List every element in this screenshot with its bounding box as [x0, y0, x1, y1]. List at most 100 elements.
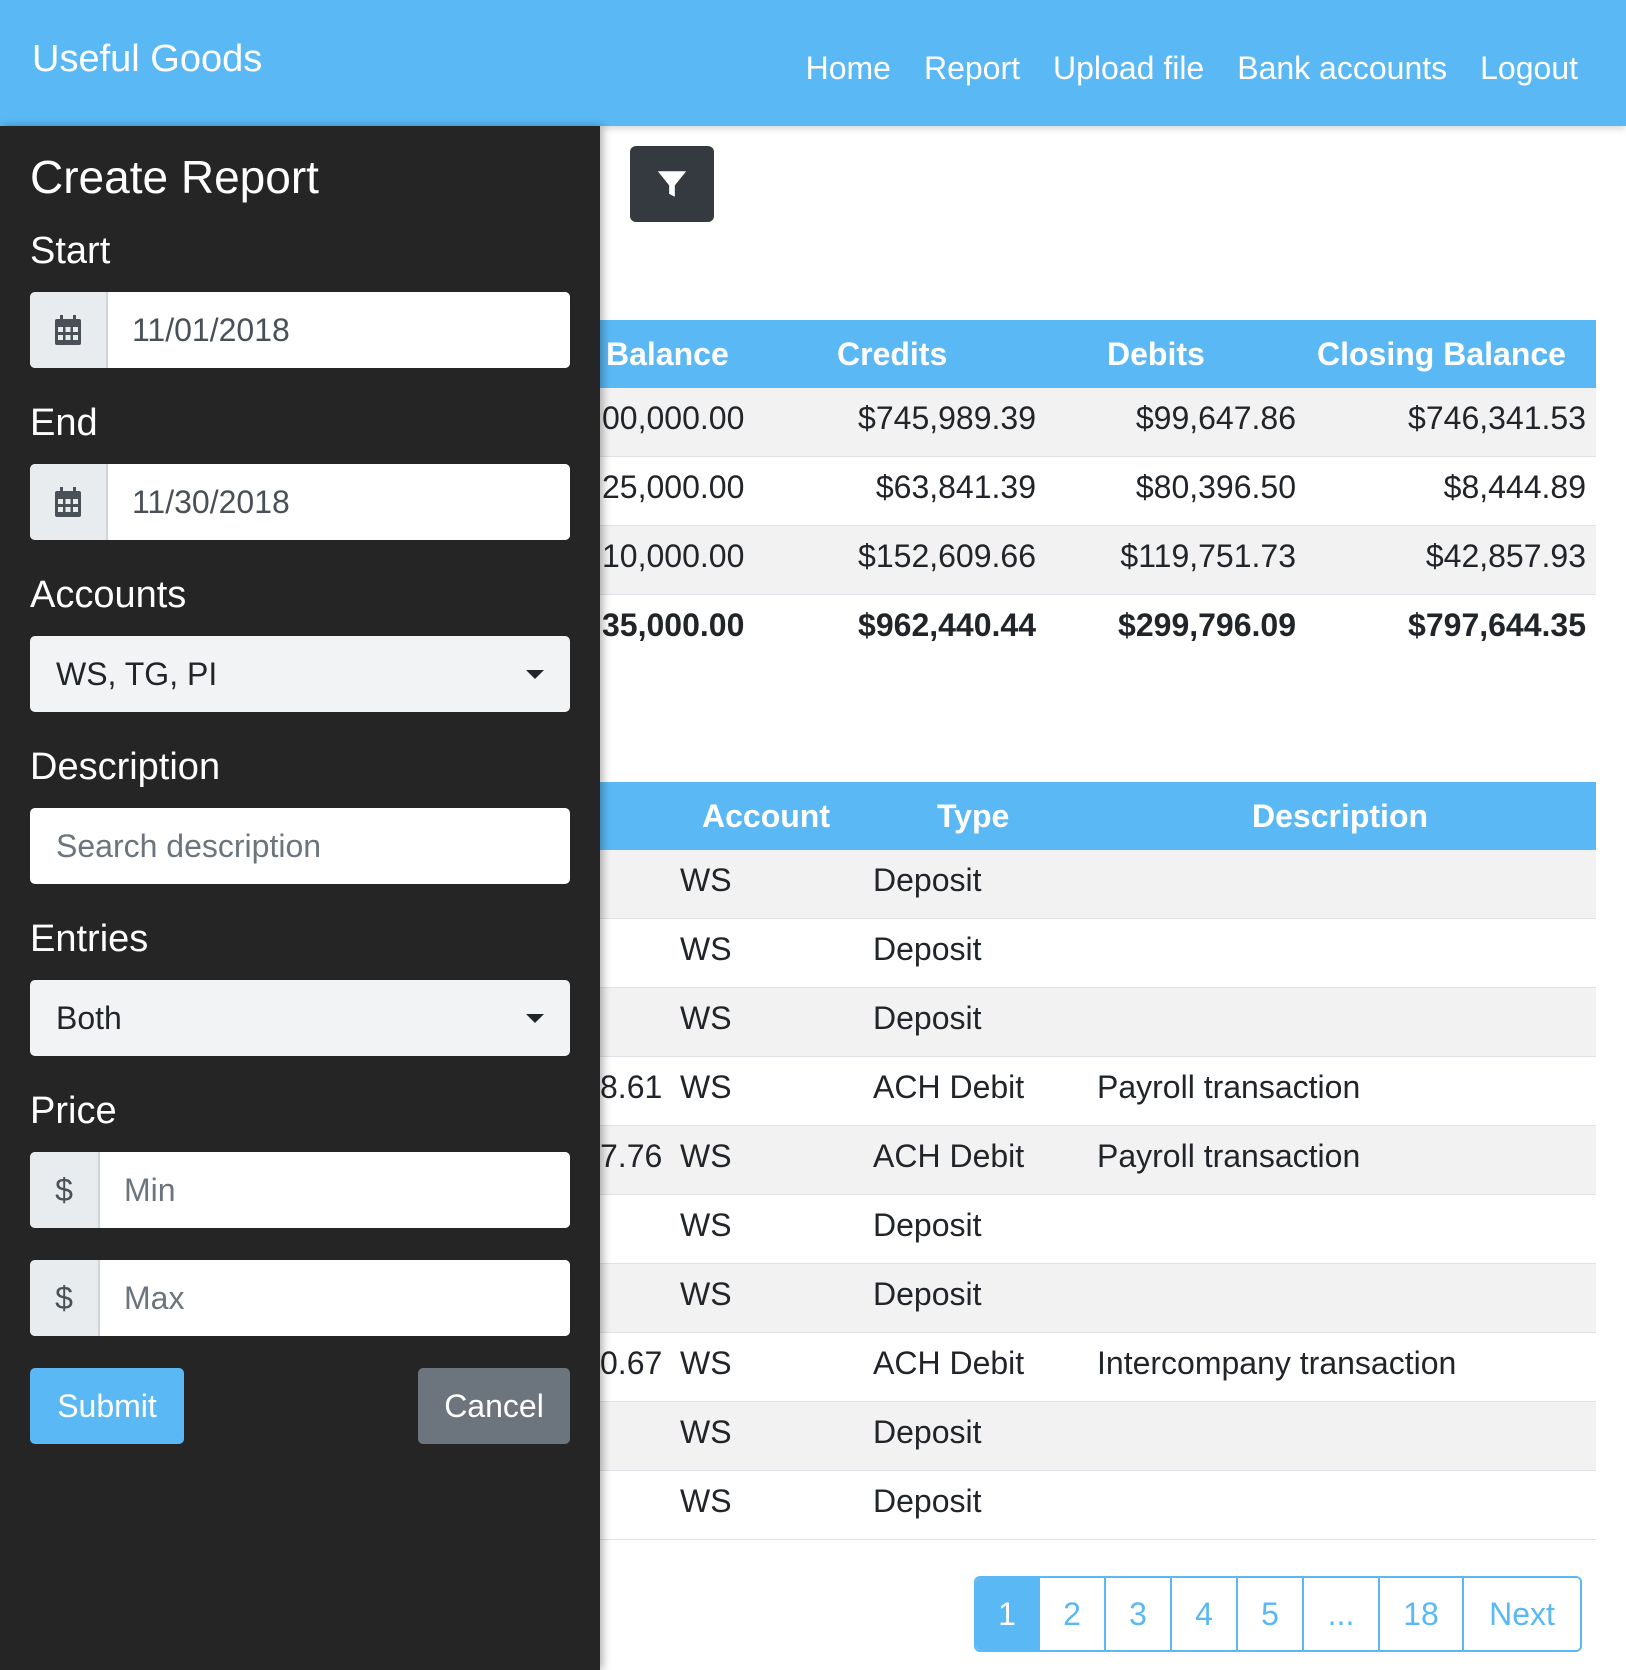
summary-row: 00,000.00 $745,989.39 $99,647.86 $746,34… — [600, 388, 1596, 457]
start-calendar-button[interactable] — [30, 292, 108, 368]
nav-link-logout[interactable]: Logout — [1480, 50, 1578, 87]
entries-select-value: Both — [56, 1000, 122, 1036]
cell-credits: $152,609.66 — [858, 538, 1036, 574]
total-closing-balance: $797,644.35 — [1408, 607, 1586, 643]
start-date-group — [30, 292, 570, 368]
create-report-sidebar: Create Report Start End — [0, 126, 600, 1670]
accounts-label: Accounts — [30, 574, 187, 616]
accounts-select-value: WS, TG, PI — [56, 656, 218, 692]
column-header-description: Description — [1252, 798, 1429, 834]
cell-account: WS — [680, 1069, 732, 1105]
price-min-input[interactable] — [100, 1152, 570, 1228]
cell-amount: 8.61 — [600, 1069, 663, 1105]
column-header-credits: Credits — [837, 336, 948, 372]
accounts-select[interactable]: WS, TG, PI — [30, 636, 570, 712]
page-3-button[interactable]: 3 — [1106, 1578, 1172, 1650]
cell-type: Deposit — [873, 1000, 982, 1036]
sidebar-title: Create Report — [30, 151, 319, 203]
column-header-debits: Debits — [1107, 336, 1205, 372]
cell-description: Intercompany transaction — [1097, 1345, 1457, 1381]
table-row: 7.76 WS ACH Debit Payroll transaction — [600, 1126, 1596, 1195]
page-4-button[interactable]: 4 — [1172, 1578, 1238, 1650]
description-label: Description — [30, 746, 221, 788]
column-header-closing-balance: Closing Balance — [1317, 336, 1566, 372]
nav-link-bank-accounts[interactable]: Bank accounts — [1237, 50, 1447, 87]
cell-balance: 10,000.00 — [602, 538, 745, 574]
cell-type: Deposit — [873, 931, 982, 967]
pagination: 1 2 3 4 5 ... 18 Next — [974, 1576, 1582, 1652]
cell-type: Deposit — [873, 1414, 982, 1450]
cell-account: WS — [680, 1276, 732, 1312]
cell-description: Payroll transaction — [1097, 1069, 1361, 1105]
nav-link-report[interactable]: Report — [924, 50, 1020, 87]
end-date-input[interactable] — [108, 464, 570, 540]
nav-link-home[interactable]: Home — [806, 50, 891, 87]
cell-debits: $99,647.86 — [1135, 400, 1296, 436]
price-min-group: $ — [30, 1152, 570, 1228]
chevron-down-icon — [526, 670, 544, 679]
cell-type: ACH Debit — [873, 1345, 1025, 1381]
cell-credits: $63,841.39 — [875, 469, 1036, 505]
table-row: WS Deposit — [600, 919, 1596, 988]
page-2-button[interactable]: 2 — [1040, 1578, 1106, 1650]
cell-balance: 00,000.00 — [602, 400, 745, 436]
table-row: 8.61 WS ACH Debit Payroll transaction — [600, 1057, 1596, 1126]
nav-links: Home Report Upload file Bank accounts Lo… — [806, 50, 1578, 87]
page-18-button[interactable]: 18 — [1380, 1578, 1464, 1650]
table-row: WS Deposit — [600, 1402, 1596, 1471]
entries-label: Entries — [30, 918, 149, 960]
cell-account: WS — [680, 1000, 732, 1036]
page-5-button[interactable]: 5 — [1238, 1578, 1304, 1650]
end-calendar-button[interactable] — [30, 464, 108, 540]
currency-symbol: $ — [30, 1152, 100, 1228]
next-page-button[interactable]: Next — [1464, 1578, 1580, 1650]
cell-credits: $745,989.39 — [858, 400, 1036, 436]
table-row: WS Deposit — [600, 988, 1596, 1057]
cell-type: Deposit — [873, 1483, 982, 1519]
cell-amount: 0.67 — [600, 1345, 663, 1381]
cell-account: WS — [680, 1483, 732, 1519]
start-label: Start — [30, 230, 111, 272]
calendar-icon — [55, 315, 81, 345]
column-header-account: Account — [702, 798, 830, 834]
column-header-balance: Balance — [606, 336, 729, 372]
cell-account: WS — [680, 862, 732, 898]
calendar-icon — [55, 487, 81, 517]
column-header-type: Type — [937, 798, 1010, 834]
main-content: Balance Credits Debits Closing Balance 0… — [600, 126, 1626, 1670]
summary-totals-row: 35,000.00 $962,440.44 $299,796.09 $797,6… — [600, 595, 1596, 664]
top-navbar: Useful Goods Home Report Upload file Ban… — [0, 0, 1626, 126]
page-1-button[interactable]: 1 — [976, 1578, 1040, 1650]
filter-icon — [657, 171, 687, 197]
total-debits: $299,796.09 — [1118, 607, 1296, 643]
cancel-button[interactable]: Cancel — [418, 1368, 570, 1444]
price-max-input[interactable] — [100, 1260, 570, 1336]
description-search-input[interactable] — [30, 808, 570, 884]
cell-description: Payroll transaction — [1097, 1138, 1361, 1174]
cell-amount: 7.76 — [600, 1138, 663, 1174]
end-date-group — [30, 464, 570, 540]
brand-logo[interactable]: Useful Goods — [32, 38, 262, 81]
filter-button[interactable] — [630, 146, 714, 222]
end-label: End — [30, 402, 98, 444]
chevron-down-icon — [526, 1014, 544, 1023]
table-row: WS Deposit — [600, 1264, 1596, 1333]
start-date-input[interactable] — [108, 292, 570, 368]
cell-debits: $119,751.73 — [1120, 538, 1296, 574]
cell-closing-balance: $8,444.89 — [1443, 469, 1586, 505]
entries-select[interactable]: Both — [30, 980, 570, 1056]
table-row: WS Deposit — [600, 1471, 1596, 1540]
page-ellipsis: ... — [1304, 1578, 1380, 1650]
cell-account: WS — [680, 1207, 732, 1243]
table-row: 0.67 WS ACH Debit Intercompany transaction — [600, 1333, 1596, 1402]
price-max-group: $ — [30, 1260, 570, 1336]
summary-table-header: Balance Credits Debits Closing Balance — [600, 320, 1596, 388]
cell-type: ACH Debit — [873, 1138, 1025, 1174]
cell-debits: $80,396.50 — [1135, 469, 1296, 505]
table-row: WS Deposit — [600, 850, 1596, 919]
nav-link-upload-file[interactable]: Upload file — [1053, 50, 1204, 87]
cell-type: Deposit — [873, 1207, 982, 1243]
cell-account: WS — [680, 931, 732, 967]
submit-button[interactable]: Submit — [30, 1368, 184, 1444]
summary-row: 10,000.00 $152,609.66 $119,751.73 $42,85… — [600, 526, 1596, 595]
